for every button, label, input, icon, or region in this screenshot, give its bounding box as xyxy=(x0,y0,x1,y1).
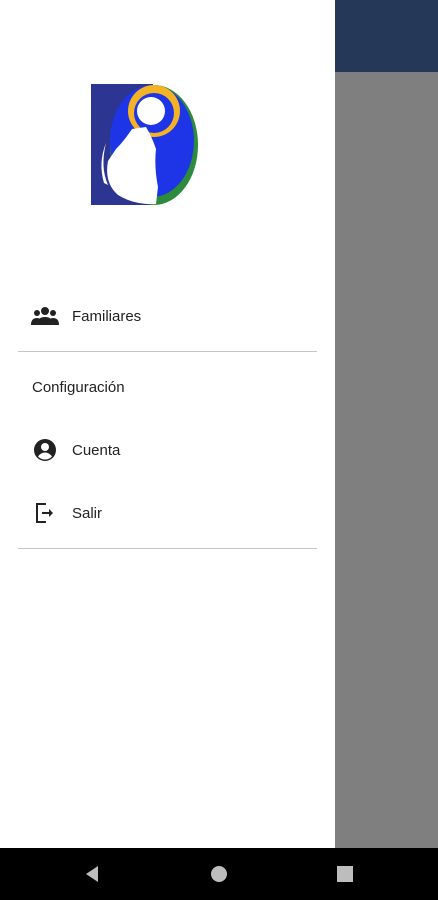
navigation-drawer: Familiares Configuración Cuenta Salir xyxy=(0,0,335,848)
menu-item-cuenta-label: Cuenta xyxy=(72,441,121,459)
section-title-configuracion: Configuración xyxy=(32,379,125,396)
divider-top xyxy=(18,351,317,352)
divider-bottom xyxy=(18,548,317,549)
back-button[interactable] xyxy=(62,848,122,900)
back-icon xyxy=(86,866,98,882)
menu-item-salir[interactable]: Salir xyxy=(0,485,335,541)
menu-item-familiares[interactable]: Familiares xyxy=(0,288,335,344)
logout-icon xyxy=(31,499,59,527)
recents-icon xyxy=(337,866,353,882)
menu-item-cuenta[interactable]: Cuenta xyxy=(0,422,335,478)
recents-button[interactable] xyxy=(315,848,375,900)
menu-item-familiares-label: Familiares xyxy=(72,307,142,325)
people-icon xyxy=(31,302,59,330)
home-button[interactable] xyxy=(189,848,249,900)
account-circle-icon xyxy=(31,436,59,464)
system-navigation-bar xyxy=(0,848,438,900)
menu-item-salir-label: Salir xyxy=(72,504,103,522)
home-icon xyxy=(211,866,227,882)
app-logo xyxy=(90,83,214,207)
